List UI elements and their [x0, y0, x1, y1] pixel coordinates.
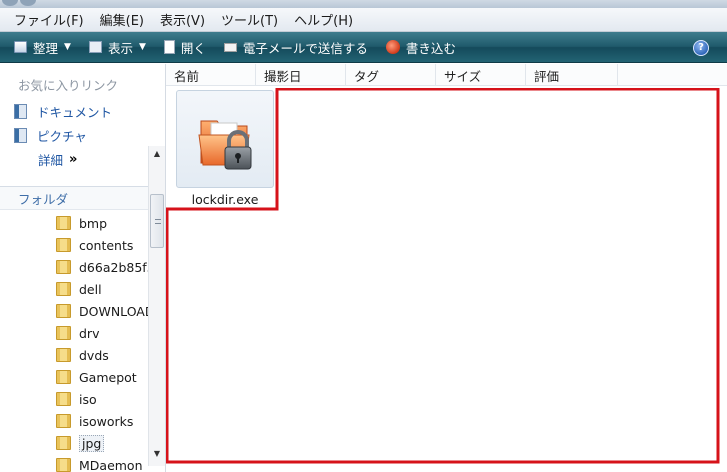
favorite-link-label: ドキュメント — [37, 105, 113, 120]
chevron-down-icon: ▼ — [138, 42, 146, 52]
tree-item[interactable]: contents — [56, 235, 148, 255]
folder-icon — [56, 304, 71, 318]
open-button[interactable]: 開く — [163, 38, 206, 57]
file-item[interactable]: lockdir.exe — [175, 90, 275, 210]
email-button[interactable]: 電子メールで送信する — [223, 38, 368, 57]
folder-icon — [56, 370, 71, 384]
folder-icon — [56, 436, 71, 450]
scrollbar-thumb[interactable] — [150, 194, 164, 248]
favorite-link-documents[interactable]: ドキュメント — [14, 102, 112, 121]
tree-item[interactable]: dvds — [56, 345, 148, 365]
file-thumbnail[interactable] — [176, 90, 274, 188]
envelope-icon — [223, 42, 237, 52]
tree-item[interactable]: dell — [56, 279, 148, 299]
folder-icon — [56, 392, 71, 406]
scroll-down-arrow-icon[interactable]: ▼ — [149, 446, 165, 462]
favorite-link-pictures[interactable]: ピクチャ — [14, 126, 87, 145]
folders-header-label: フォルダ — [18, 191, 69, 207]
file-list-pane: 名前 撮影日 タグ サイズ 評価 lockdir.exe — [166, 64, 727, 472]
tree-item[interactable]: drv — [56, 323, 148, 343]
tree-item[interactable]: isoworks — [56, 411, 148, 431]
tree-item-label: drv — [79, 325, 100, 341]
tree-item-label: Gamepot — [79, 369, 137, 385]
tree-item-label: contents — [79, 237, 134, 253]
folder-icon — [56, 282, 71, 296]
folder-tree-scrollbar[interactable]: ▲ ▼ — [148, 146, 165, 466]
tree-item-label: bmp — [79, 215, 108, 231]
menu-help[interactable]: ヘルプ(H) — [294, 10, 353, 29]
favorite-link-label: ピクチャ — [37, 129, 87, 144]
organize-button[interactable]: 整理 ▼ — [14, 38, 71, 57]
documents-icon — [14, 104, 27, 119]
menu-view[interactable]: 表示(V) — [160, 10, 205, 29]
tree-item-selected[interactable]: jpg — [56, 433, 148, 453]
tree-item-label: dvds — [79, 347, 109, 363]
column-header-rating[interactable]: 評価 — [526, 64, 618, 86]
burn-disc-icon — [385, 40, 400, 54]
views-icon — [88, 41, 102, 53]
window-orb-icon — [20, 0, 36, 6]
double-chevron-right-icon: » — [69, 152, 78, 167]
document-icon — [163, 40, 175, 54]
menu-bar: ファイル(F) 編集(E) 表示(V) ツール(T) ヘルプ(H) — [0, 8, 727, 32]
open-label: 開く — [180, 40, 206, 56]
tree-item-label: iso — [79, 391, 97, 407]
folder-icon — [56, 414, 71, 428]
tree-item-label: MDaemon — [79, 457, 143, 472]
favorites-more-link[interactable]: 詳細 » — [38, 150, 78, 169]
view-button[interactable]: 表示 ▼ — [88, 38, 146, 57]
tree-item[interactable]: iso — [56, 389, 148, 409]
column-header-tags[interactable]: タグ — [346, 64, 436, 86]
tree-item-label: isoworks — [79, 413, 134, 429]
favorites-header: お気に入りリンク — [18, 78, 119, 93]
tree-item-label: jpg — [79, 434, 105, 452]
folder-tree: bmp contents d66a2b85f3 dell DOWNLOAD dr… — [0, 210, 148, 472]
more-label: 詳細 — [38, 153, 64, 168]
tree-item-label: dell — [79, 281, 102, 297]
organize-label: 整理 — [33, 40, 59, 56]
burn-label: 書き込む — [405, 40, 456, 56]
column-header-size[interactable]: サイズ — [436, 64, 526, 86]
organize-icon — [14, 41, 27, 53]
chevron-down-icon: ▼ — [64, 42, 71, 52]
folder-icon — [56, 348, 71, 362]
folder-icon — [56, 260, 71, 274]
tree-item[interactable]: MDaemon — [56, 455, 148, 472]
folder-icon — [56, 326, 71, 340]
menu-file[interactable]: ファイル(F) — [14, 10, 84, 29]
email-label: 電子メールで送信する — [242, 40, 368, 56]
burn-button[interactable]: 書き込む — [385, 38, 456, 57]
folder-icon — [56, 238, 71, 252]
title-bar — [0, 0, 727, 8]
lock-folder-icon — [198, 120, 252, 170]
tree-item[interactable]: Gamepot — [56, 367, 148, 387]
file-name-label: lockdir.exe — [191, 192, 259, 207]
tree-item[interactable]: DOWNLOAD — [56, 301, 148, 321]
menu-edit[interactable]: 編集(E) — [100, 10, 144, 29]
tree-item-label: DOWNLOAD — [79, 303, 148, 319]
menu-tools[interactable]: ツール(T) — [221, 10, 278, 29]
view-label: 表示 — [107, 40, 133, 56]
pictures-icon — [14, 128, 27, 143]
grip-icon — [155, 219, 161, 224]
folder-icon — [56, 458, 71, 472]
tree-item[interactable]: bmp — [56, 213, 148, 233]
folders-header[interactable]: フォルダ ⌄ — [0, 186, 165, 210]
help-icon[interactable]: ? — [693, 40, 709, 56]
tree-item-label: d66a2b85f3 — [79, 259, 148, 275]
navigation-pane: お気に入りリンク ドキュメント ピクチャ 詳細 » フォルダ ⌄ bmp con… — [0, 64, 166, 472]
column-header-name[interactable]: 名前 — [166, 64, 256, 86]
column-header-date-taken[interactable]: 撮影日 — [256, 64, 346, 86]
scroll-up-arrow-icon[interactable]: ▲ — [149, 146, 165, 162]
tree-item[interactable]: d66a2b85f3 — [56, 257, 148, 277]
command-bar: 整理 ▼ 表示 ▼ 開く 電子メールで送信する 書き込む ? — [0, 32, 727, 63]
folder-icon — [56, 216, 71, 230]
window-orb-icon — [2, 0, 18, 6]
column-headers: 名前 撮影日 タグ サイズ 評価 — [166, 64, 727, 86]
